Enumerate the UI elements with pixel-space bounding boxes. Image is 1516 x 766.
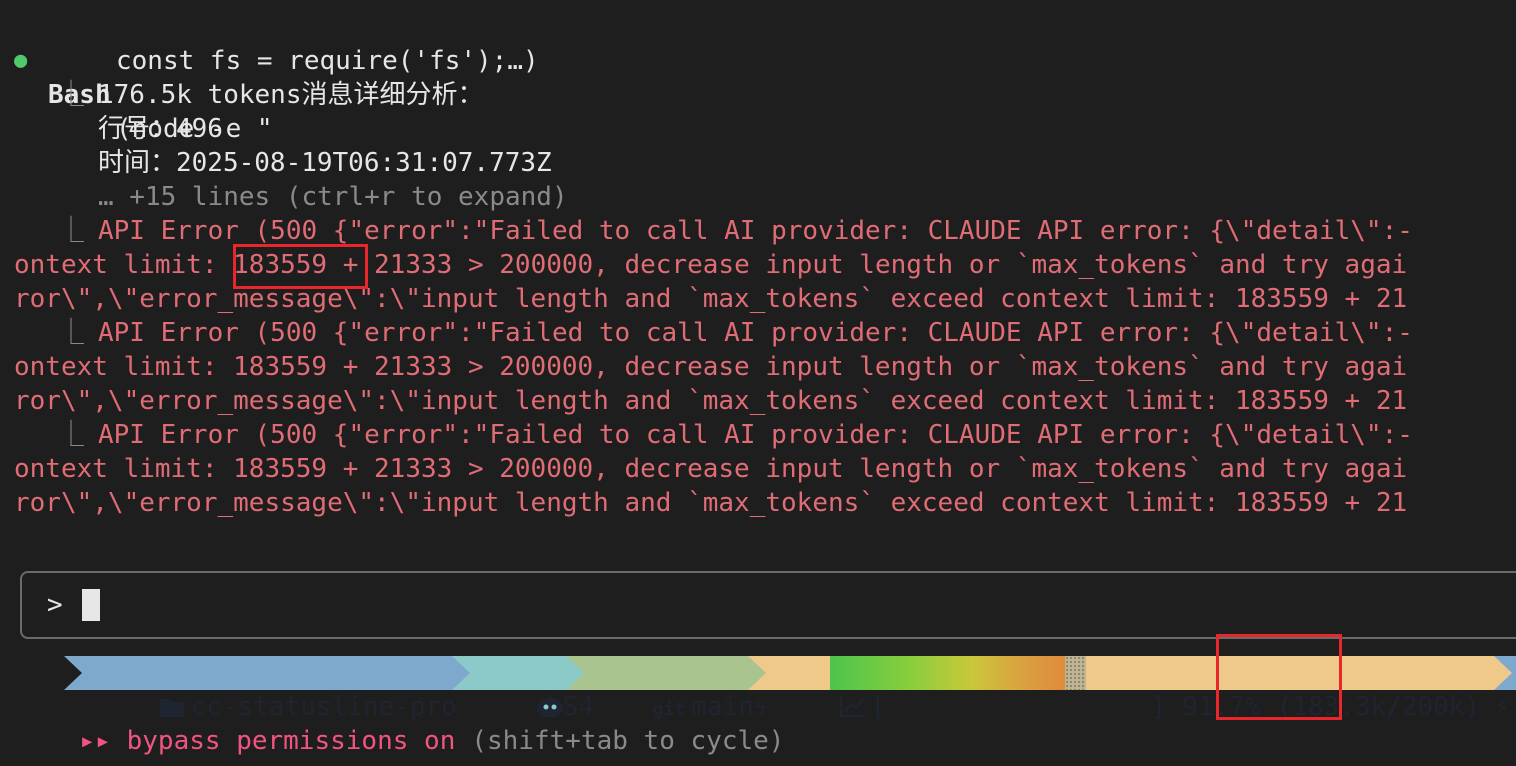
context-usage-fill	[830, 656, 1065, 690]
result-line: 时间：2025-08-19T06:31:07.773Z	[98, 148, 552, 178]
segment-separator-icon	[748, 656, 766, 690]
result-line: 行号：496	[98, 114, 223, 144]
tree-branch-icon: ⎿	[58, 80, 85, 110]
error-line: API Error (500 {"error":"Failed to call …	[98, 216, 1413, 246]
expand-hint[interactable]: … +15 lines (ctrl+r to expand)	[98, 180, 568, 214]
error-line: ror\",\"error_message\":\"input length a…	[14, 386, 1408, 416]
segment-separator-icon	[566, 656, 584, 690]
next-segment	[1512, 656, 1516, 690]
project-segment: cc-statusline-pro	[64, 656, 482, 722]
error-line: API Error (500 {"error":"Failed to call …	[98, 318, 1413, 348]
context-usage-bar	[830, 656, 1086, 690]
error-line: ror\",\"error_message\":\"input length a…	[14, 488, 1408, 518]
highlight-box	[1216, 634, 1342, 720]
error-line: ontext limit: 183559 + 21333 > 200000, d…	[14, 454, 1408, 484]
lightning-icon: ⚡	[1494, 692, 1510, 722]
segment-separator-icon	[64, 656, 82, 690]
tool-args-continued: const fs = require('fs');…)	[116, 46, 539, 76]
text-cursor	[82, 589, 100, 621]
error-line: ontext limit: 183559 + 21333 > 200000, d…	[14, 352, 1408, 382]
context-usage-remaining	[1065, 656, 1086, 690]
tree-branch-icon: ⎿	[58, 420, 85, 450]
tree-branch-icon: ⎿	[58, 318, 85, 348]
mode-text: bypass permissions on	[126, 726, 456, 756]
mode-hint: (shift+tab to cycle)	[471, 726, 785, 756]
result-line: 176.5k tokens消息详细分析：	[98, 80, 484, 110]
mode-marker-icon: ▸▸	[79, 726, 111, 756]
tool-call-header: ● Bash (node -e "	[0, 10, 273, 144]
chart-icon	[839, 696, 865, 718]
segment-separator-icon	[1494, 656, 1512, 690]
permission-mode: ▸▸ bypass permissions on (shift+tab to cyc…	[48, 690, 784, 758]
prompt-symbol: >	[47, 590, 63, 620]
error-line: ror\",\"error_message\":\"input length a…	[14, 284, 1408, 314]
segment-separator-icon	[452, 656, 470, 690]
highlight-box	[233, 244, 368, 289]
git-segment: git mainϟ	[566, 656, 767, 722]
error-line: API Error (500 {"error":"Failed to call …	[98, 420, 1413, 450]
tree-branch-icon: ⎿	[58, 216, 85, 246]
status-dot-icon: ●	[14, 48, 28, 73]
prompt-input[interactable]: >	[20, 571, 1516, 639]
error-line: ontext limit: 183559 + 21333 > 200000, d…	[14, 250, 1408, 280]
